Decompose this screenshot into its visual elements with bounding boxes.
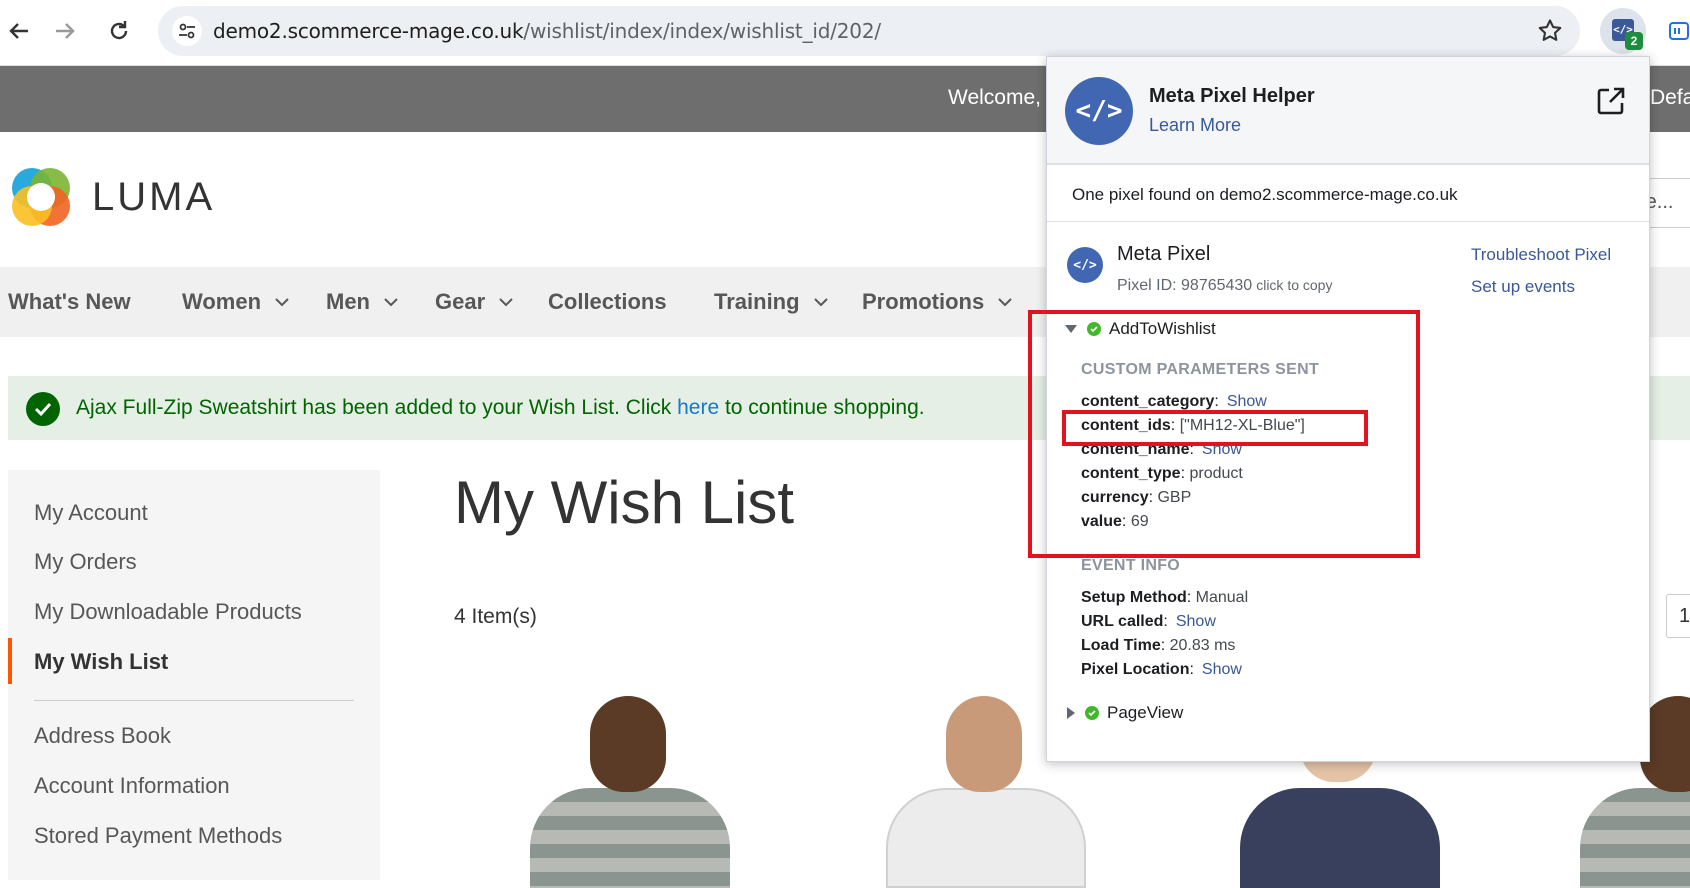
nav-training[interactable]: Training [714, 289, 828, 315]
success-message-text: Ajax Full-Zip Sweatshirt has been added … [76, 396, 925, 419]
page-title: My Wish List [454, 469, 795, 536]
nav-women[interactable]: Women [182, 289, 289, 315]
sidebar-item-my-wish-list[interactable]: My Wish List [34, 649, 168, 675]
extension-badge: 2 [1625, 32, 1643, 50]
click-to-copy[interactable]: click to copy [1256, 277, 1332, 293]
active-indicator [8, 638, 12, 684]
sidebar-divider [34, 700, 354, 701]
highlight-box-content-ids [1062, 410, 1368, 446]
expand-triangle-icon [1067, 707, 1075, 719]
nav-promotions[interactable]: Promotions [862, 289, 1012, 315]
pager-select[interactable]: 1 [1666, 594, 1690, 638]
chevron-down-icon [813, 298, 828, 307]
luma-logo-mark [12, 168, 70, 226]
meta-pixel-helper-extension-button[interactable]: </> 2 [1600, 8, 1646, 54]
external-link-icon[interactable] [1595, 85, 1627, 117]
address-bar[interactable]: demo2.scommerce-mage.co.uk/wishlist/inde… [158, 6, 1580, 56]
account-sidebar: My Account My Orders My Downloadable Pro… [8, 470, 380, 880]
pixel-name: Meta Pixel [1117, 243, 1211, 265]
show-link[interactable]: Show [1202, 661, 1242, 678]
back-icon[interactable] [0, 12, 38, 50]
show-link[interactable]: Show [1176, 613, 1216, 630]
site-settings-icon[interactable] [172, 16, 202, 46]
header-right-link[interactable]: Defa [1650, 86, 1690, 110]
nav-collections[interactable]: Collections [548, 289, 667, 315]
continue-shopping-link[interactable]: here [677, 396, 719, 419]
extension-icon[interactable] [1668, 20, 1690, 42]
event-name: PageView [1107, 703, 1184, 722]
success-check-icon [1085, 706, 1099, 720]
chevron-down-icon [499, 298, 513, 307]
nav-men[interactable]: Men [326, 289, 398, 315]
info-setup-method: Setup Method: Manual [1081, 589, 1249, 606]
luma-logo[interactable]: LUMA [8, 164, 215, 230]
logo-text: LUMA [92, 174, 216, 219]
forward-icon[interactable] [46, 12, 84, 50]
sidebar-item-my-account[interactable]: My Account [34, 500, 148, 526]
welcome-text: Welcome, [948, 86, 1041, 109]
event-info-heading: EVENT INFO [1081, 557, 1181, 574]
chevron-down-icon [384, 298, 398, 307]
info-pixel-location: Pixel Location: Show [1081, 661, 1242, 678]
checkmark-icon [26, 392, 60, 426]
popup-header: </> Meta Pixel Helper Learn More [1047, 57, 1649, 165]
items-count: 4 Item(s) [454, 605, 537, 628]
pixel-found-text: One pixel found on demo2.scommerce-mage.… [1072, 185, 1458, 204]
info-load-time: Load Time: 20.83 ms [1081, 637, 1236, 654]
product-image[interactable] [520, 696, 750, 888]
bookmark-star-icon[interactable] [1536, 17, 1564, 45]
sidebar-item-my-orders[interactable]: My Orders [34, 549, 137, 575]
pixel-id[interactable]: Pixel ID: 98765430 click to copy [1117, 277, 1332, 295]
url-text[interactable]: demo2.scommerce-mage.co.uk/wishlist/inde… [213, 19, 881, 43]
event-pageview[interactable]: PageView [1065, 703, 1183, 723]
sidebar-item-address-book[interactable]: Address Book [34, 723, 171, 749]
reload-icon[interactable] [100, 12, 138, 50]
learn-more-link[interactable]: Learn More [1149, 115, 1241, 136]
pixel-icon: </> [1067, 247, 1103, 283]
meta-pixel-logo-icon: </> [1065, 77, 1133, 145]
chevron-down-icon [275, 298, 289, 307]
info-url-called: URL called: Show [1081, 613, 1216, 630]
sidebar-item-account-information[interactable]: Account Information [34, 773, 230, 799]
troubleshoot-pixel-link[interactable]: Troubleshoot Pixel [1471, 245, 1611, 265]
chevron-down-icon [998, 298, 1012, 307]
nav-gear[interactable]: Gear [435, 289, 513, 315]
sidebar-item-stored-payment-methods[interactable]: Stored Payment Methods [34, 823, 282, 849]
sidebar-item-downloadable-products[interactable]: My Downloadable Products [34, 599, 302, 625]
popup-title: Meta Pixel Helper [1149, 85, 1315, 107]
popup-divider [1047, 221, 1649, 222]
nav-whats-new[interactable]: What's New [8, 289, 131, 315]
set-up-events-link[interactable]: Set up events [1471, 277, 1575, 297]
